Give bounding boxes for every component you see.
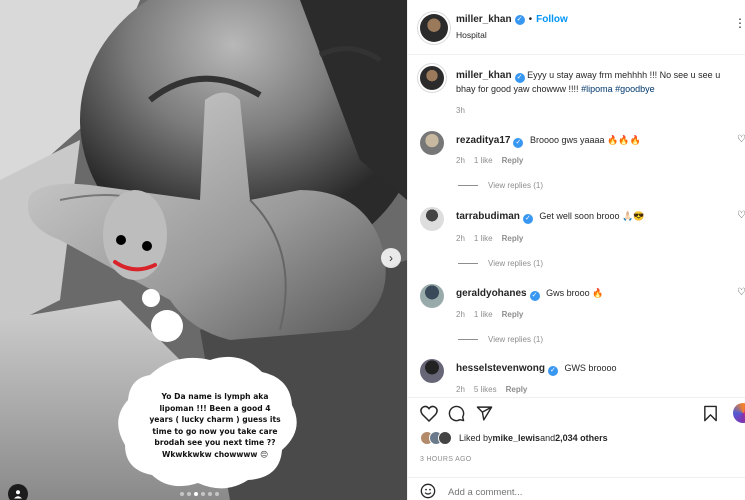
caption-avatar[interactable] bbox=[420, 66, 444, 90]
comment-item: hesselstevenwong ✓ GWS broooo 2h 5 likes … bbox=[408, 359, 745, 396]
add-comment-bar bbox=[408, 477, 745, 500]
liked-by-user[interactable]: mike_lewis bbox=[493, 433, 541, 443]
comment-text-block: hesselstevenwong ✓ GWS broooo bbox=[456, 362, 616, 376]
post-location[interactable]: Hospital bbox=[456, 30, 487, 40]
view-replies-dash bbox=[458, 263, 478, 264]
reply-button[interactable]: Reply bbox=[502, 234, 524, 243]
comment-likes[interactable]: 1 like bbox=[474, 234, 493, 243]
comment-text: Gws brooo 🔥 bbox=[546, 288, 604, 298]
comment-text: Broooo gws yaaaa 🔥🔥🔥 bbox=[530, 135, 641, 145]
view-replies-dash bbox=[458, 339, 478, 340]
heart-icon[interactable] bbox=[420, 405, 438, 422]
comment-text: Get well soon brooo 🙏🏻😎 bbox=[539, 211, 645, 221]
caption-time: 3h bbox=[456, 106, 465, 115]
commenter-avatar[interactable] bbox=[420, 359, 444, 383]
heart-icon[interactable]: ♡ bbox=[737, 134, 745, 145]
comment-username[interactable]: rezaditya17 bbox=[456, 135, 510, 146]
comment-username[interactable]: hesselstevenwong bbox=[456, 363, 545, 374]
emoji-icon[interactable] bbox=[420, 483, 436, 499]
carousel-dots bbox=[180, 492, 219, 496]
comment-text-block: geraldyohanes ✓ Gws brooo 🔥 bbox=[456, 287, 603, 301]
liked-by[interactable]: Liked by mike_lewis and 2,034 others bbox=[420, 431, 608, 445]
verified-badge-icon: ✓ bbox=[522, 214, 533, 224]
next-arrow-icon[interactable]: › bbox=[381, 248, 401, 268]
thought-bubble-text: Yo Da name is lymph aka lipoman !!! Been… bbox=[149, 392, 281, 459]
caption-meta: 3h bbox=[456, 106, 465, 115]
carousel-dot-active bbox=[194, 492, 198, 496]
post-timestamp[interactable]: 3 HOURS AGO bbox=[420, 456, 472, 463]
comment-time: 2h bbox=[456, 385, 465, 394]
comment-meta: 2h 1 like Reply bbox=[456, 234, 523, 243]
comment-meta: 2h 5 likes Reply bbox=[456, 385, 527, 394]
comment-item: rezaditya17 ✓ Broooo gws yaaaa 🔥🔥🔥 2h 1 l… bbox=[408, 131, 745, 193]
action-bar bbox=[408, 397, 745, 427]
user-tag-icon[interactable] bbox=[8, 484, 28, 500]
comment-icon[interactable] bbox=[448, 405, 465, 422]
share-icon[interactable] bbox=[476, 405, 493, 422]
comment-time: 2h bbox=[456, 310, 465, 319]
view-replies-button[interactable]: View replies (1) bbox=[458, 259, 543, 268]
caption-text-block: miller_khan ✓ Eyyy u stay away frm mehhhh… bbox=[456, 69, 736, 95]
heart-icon[interactable]: ♡ bbox=[737, 287, 745, 298]
comment-meta: 2h 1 like Reply bbox=[456, 156, 523, 165]
view-replies-label: View replies (1) bbox=[488, 335, 543, 344]
carousel-dot bbox=[180, 492, 184, 496]
view-replies-dash bbox=[458, 185, 478, 186]
post-panel: miller_khan ✓ • Follow Hospital ⋮ miller… bbox=[407, 0, 745, 500]
verified-badge-icon: ✓ bbox=[513, 138, 524, 148]
commenter-avatar[interactable] bbox=[420, 131, 444, 155]
comment-username[interactable]: tarrabudiman bbox=[456, 211, 520, 222]
carousel-dot bbox=[201, 492, 205, 496]
view-replies-button[interactable]: View replies (1) bbox=[458, 181, 543, 190]
verified-badge-icon: ✓ bbox=[514, 14, 525, 25]
bookmark-icon[interactable] bbox=[703, 405, 718, 422]
header-separator: • bbox=[528, 14, 533, 25]
comment-item: geraldyohanes ✓ Gws brooo 🔥 2h 1 like Rep… bbox=[408, 284, 745, 346]
comment-text: GWS broooo bbox=[564, 363, 617, 373]
heart-icon[interactable]: ♡ bbox=[737, 210, 745, 221]
post-caption: miller_khan ✓ Eyyy u stay away frm mehhhh… bbox=[408, 66, 745, 116]
liker-avatars bbox=[420, 431, 452, 445]
reply-button[interactable]: Reply bbox=[506, 385, 528, 394]
comment-input[interactable] bbox=[448, 487, 708, 498]
header-user-row: miller_khan ✓ • Follow bbox=[456, 14, 568, 25]
comment-likes[interactable]: 1 like bbox=[474, 156, 493, 165]
view-replies-label: View replies (1) bbox=[488, 181, 543, 190]
caption-username[interactable]: miller_khan bbox=[456, 70, 512, 81]
view-replies-button[interactable]: View replies (1) bbox=[458, 335, 543, 344]
author-username[interactable]: miller_khan bbox=[456, 14, 512, 25]
more-icon[interactable]: ⋮ bbox=[734, 16, 745, 30]
avatar bbox=[438, 431, 452, 445]
liked-by-count[interactable]: 2,034 others bbox=[555, 433, 608, 443]
commenter-avatar[interactable] bbox=[420, 207, 444, 231]
carousel-dot bbox=[215, 492, 219, 496]
comment-time: 2h bbox=[456, 156, 465, 165]
view-replies-label: View replies (1) bbox=[488, 259, 543, 268]
comment-likes[interactable]: 1 like bbox=[474, 310, 493, 319]
comment-text-block: rezaditya17 ✓ Broooo gws yaaaa 🔥🔥🔥 bbox=[456, 134, 641, 148]
carousel-dot bbox=[208, 492, 212, 496]
comment-meta: 2h 1 like Reply bbox=[456, 310, 523, 319]
follow-button[interactable]: Follow bbox=[536, 14, 568, 25]
verified-badge-icon: ✓ bbox=[547, 366, 558, 376]
comment-time: 2h bbox=[456, 234, 465, 243]
caption-hashtags[interactable]: #lipoma #goodbye bbox=[581, 84, 655, 94]
commenter-avatar[interactable] bbox=[420, 284, 444, 308]
liked-by-prefix: Liked by bbox=[459, 433, 493, 443]
carousel-dot bbox=[187, 492, 191, 496]
verified-badge-icon: ✓ bbox=[529, 291, 540, 301]
author-avatar[interactable] bbox=[420, 14, 448, 42]
comment-item: tarrabudiman ✓ Get well soon brooo 🙏🏻😎 2h… bbox=[408, 207, 745, 269]
liked-by-middle: and bbox=[540, 433, 556, 443]
post-header: miller_khan ✓ • Follow Hospital ⋮ bbox=[408, 0, 745, 55]
reply-button[interactable]: Reply bbox=[502, 156, 524, 165]
comment-likes[interactable]: 5 likes bbox=[474, 385, 497, 394]
verified-badge-icon: ✓ bbox=[514, 73, 525, 83]
reply-button[interactable]: Reply bbox=[502, 310, 524, 319]
post-photo[interactable]: Yo Da name is lymph aka lipoman !!! Been… bbox=[0, 0, 407, 500]
comment-username[interactable]: geraldyohanes bbox=[456, 288, 527, 299]
profile-ring-icon[interactable] bbox=[733, 403, 745, 423]
comment-text-block: tarrabudiman ✓ Get well soon brooo 🙏🏻😎 bbox=[456, 210, 644, 224]
